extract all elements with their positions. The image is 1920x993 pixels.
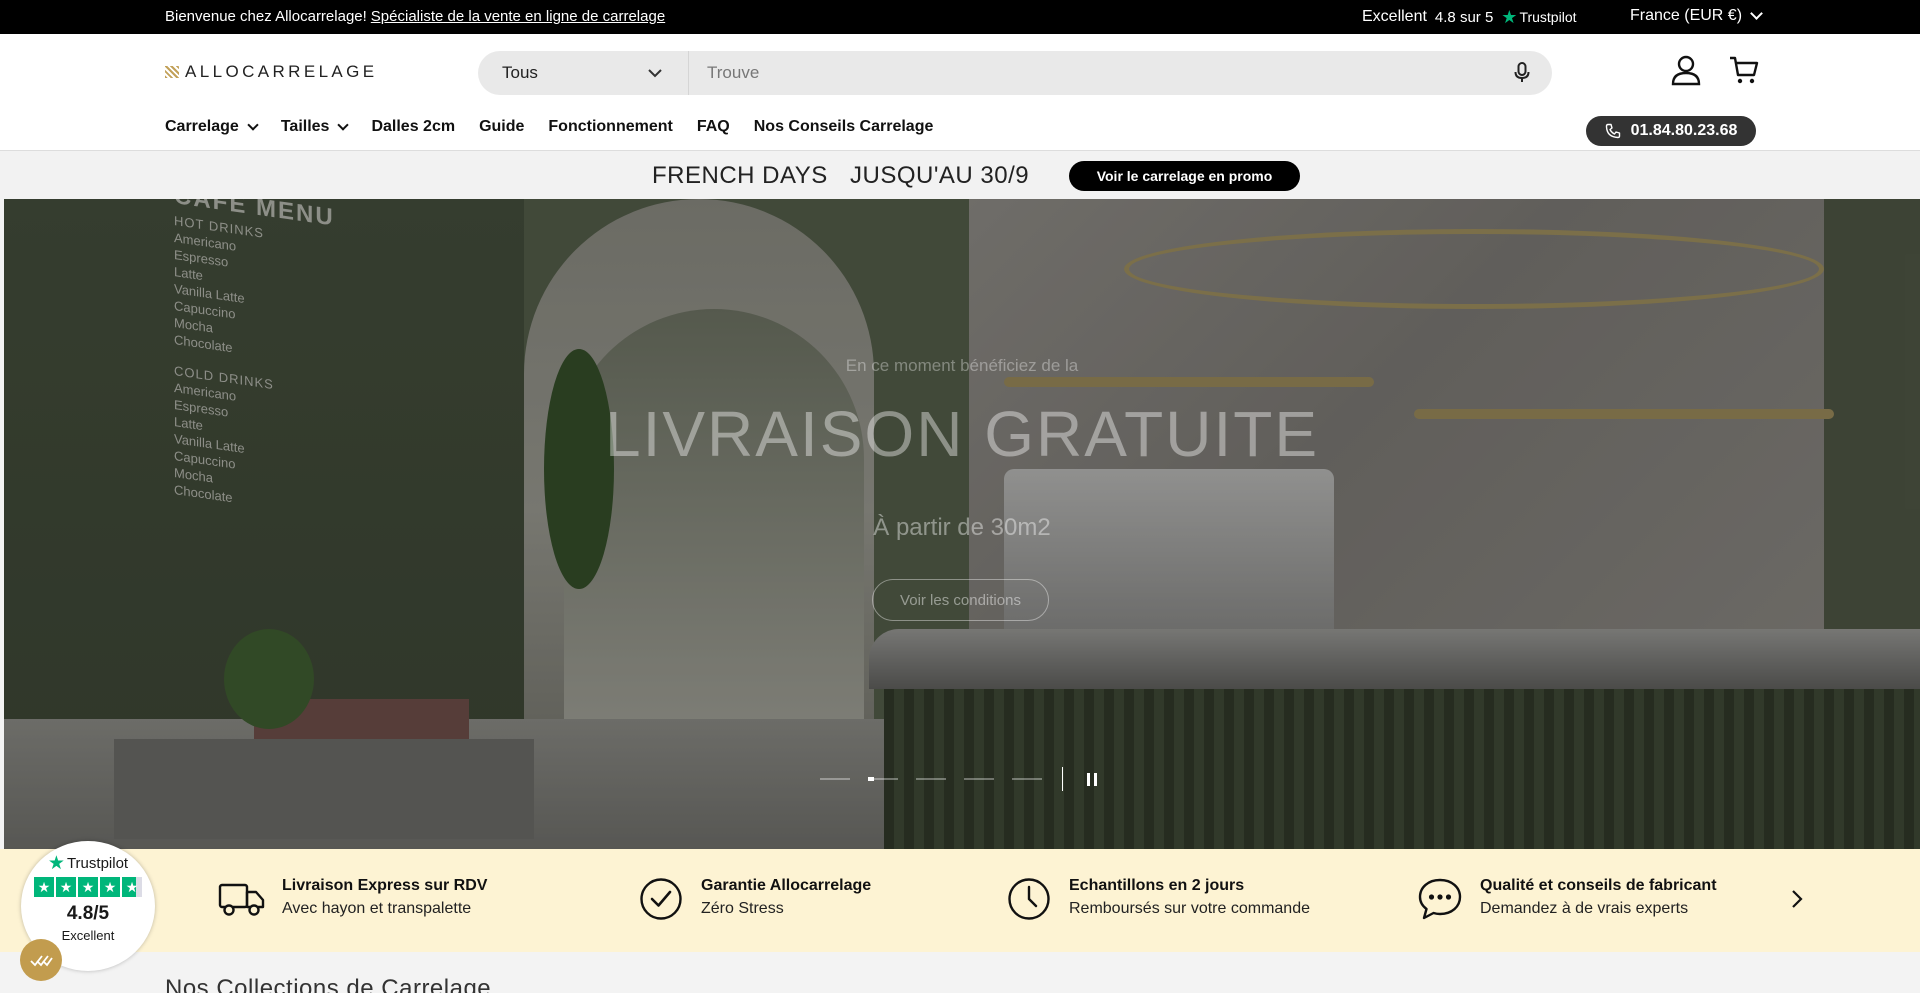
trustpilot-summary[interactable]: Excellent 4.8 sur 5 ★ Trustpilot <box>1362 8 1577 26</box>
search-category-value: Tous <box>502 63 538 82</box>
feature-item: Livraison Express sur RDV Avec hayon et … <box>218 877 487 923</box>
nav-label: Fonctionnement <box>548 118 673 135</box>
features-next-button[interactable] <box>1790 889 1804 914</box>
pagination-divider <box>1062 767 1063 791</box>
chevron-down-icon <box>337 118 350 131</box>
slide-dot-1[interactable] <box>820 778 850 780</box>
trust-label: Excellent <box>1362 8 1427 25</box>
nav-item-dalles[interactable]: Dalles 2cm <box>371 118 455 136</box>
chevron-down-icon <box>648 69 662 78</box>
voice-search-button[interactable] <box>1492 62 1552 84</box>
trust-score: 4.8 sur 5 <box>1434 8 1494 26</box>
site-logo[interactable]: ALLOCARRELAGE <box>165 62 378 82</box>
chevron-down-icon <box>247 118 259 131</box>
hero-slideshow: CAFE MENU HOT DRINKS Americano Espresso … <box>4 199 1920 849</box>
nav-item-guide[interactable]: Guide <box>479 118 524 136</box>
hero-cta-button[interactable]: Voir les conditions <box>872 579 1049 621</box>
trust-rating: 4.8/5 <box>66 903 110 924</box>
star-icon: ★ <box>100 877 120 897</box>
feature-item: Echantillons en 2 jours Remboursés sur v… <box>1005 877 1310 923</box>
account-icon[interactable] <box>1670 54 1702 86</box>
welcome-message: Bienvenue chez Allocarrelage! Spécialiste… <box>165 8 665 25</box>
feature-title: Livraison Express sur RDV <box>282 877 488 894</box>
nav-item-fonctionnement[interactable]: Fonctionnement <box>548 118 672 136</box>
main-nav: Carrelage Tailles Dalles 2cm Guide Fonct… <box>165 118 933 136</box>
slide-dot-4[interactable] <box>964 778 994 780</box>
slide-dot-2[interactable] <box>868 777 898 781</box>
feature-title: Echantillons en 2 jours <box>1069 877 1245 894</box>
search-category-select[interactable]: Tous <box>478 51 689 95</box>
logo-text: ALLOCARRELAGE <box>185 62 378 81</box>
chevron-down-icon <box>1750 7 1763 20</box>
check-circle-icon <box>640 878 682 920</box>
trustpilot-star-icon: ★ <box>47 853 65 874</box>
trustpilot-star-icon: ★ <box>1501 7 1518 27</box>
chevron-right-icon <box>1792 890 1803 908</box>
nav-label: Nos Conseils Carrelage <box>753 118 934 135</box>
trust-brand: Trustpilot <box>1519 9 1577 25</box>
chat-bubble-icon <box>1418 878 1462 920</box>
star-rating: ★ ★ ★ ★ ★ <box>21 877 155 897</box>
currency-selector[interactable]: France (EUR €) <box>1630 7 1763 25</box>
star-icon: ★ <box>56 877 76 897</box>
feature-title: Qualité et conseils de fabricant <box>1480 877 1717 894</box>
nav-label: Carrelage <box>165 118 239 135</box>
header-actions <box>1670 54 1760 86</box>
pause-icon[interactable] <box>1087 772 1097 786</box>
feature-item: Garantie Allocarrelage Zéro Stress <box>637 877 871 923</box>
verified-badge-button[interactable] <box>20 939 62 981</box>
feature-title: Garantie Allocarrelage <box>701 877 872 894</box>
phone-button[interactable]: 01.84.80.23.68 <box>1586 116 1756 146</box>
logo-mark-icon <box>165 66 179 78</box>
hero-kicker: En ce moment bénéficiez de la <box>845 356 1079 375</box>
trustpilot-logo: ★ Trustpilot <box>21 853 155 874</box>
truck-icon <box>218 883 265 916</box>
features-band: Livraison Express sur RDV Avec hayon et … <box>0 849 1920 952</box>
promo-button[interactable]: Voir le carrelage en promo <box>1069 161 1300 191</box>
nav-label: Dalles 2cm <box>371 118 456 135</box>
nav-label: Guide <box>479 118 525 135</box>
cart-icon[interactable] <box>1728 54 1760 86</box>
star-icon: ★ <box>34 877 54 897</box>
hero-subtitle: À partir de 30m2 <box>873 514 1051 541</box>
star-icon: ★ <box>78 877 98 897</box>
double-check-icon <box>30 955 53 967</box>
collections-heading: Nos Collections de Carrelage <box>165 975 492 993</box>
nav-label: FAQ <box>696 118 730 135</box>
welcome-text: Bienvenue chez Allocarrelage! <box>165 8 367 25</box>
hero-headline: LIVRAISON GRATUITE <box>604 398 1320 470</box>
slide-dot-3[interactable] <box>916 778 946 780</box>
clock-icon <box>1008 878 1050 920</box>
promo-banner: FRENCH DAYS JUSQU'AU 30/9 Voir le carrel… <box>0 151 1920 199</box>
phone-number: 01.84.80.23.68 <box>1630 122 1738 139</box>
phone-icon <box>1605 123 1620 139</box>
slide-pagination <box>820 767 1097 791</box>
microphone-icon <box>1514 62 1530 82</box>
nav-label: Tailles <box>280 118 330 135</box>
star-icon: ★ <box>122 877 142 897</box>
search-input[interactable] <box>689 51 1492 95</box>
feature-desc: Demandez à de vrais experts <box>1480 900 1689 917</box>
search-bar: Tous <box>478 51 1552 95</box>
promo-event: FRENCH DAYS <box>652 162 828 189</box>
nav-item-tailles[interactable]: Tailles <box>280 118 350 136</box>
nav-item-carrelage[interactable]: Carrelage <box>165 118 259 136</box>
currency-label: France (EUR €) <box>1630 7 1743 24</box>
trustpilot-brand: Trustpilot <box>66 855 129 872</box>
nav-item-faq[interactable]: FAQ <box>697 118 730 136</box>
promo-until: JUSQU'AU 30/9 <box>850 162 1030 189</box>
feature-desc: Remboursés sur votre commande <box>1069 900 1310 917</box>
feature-desc: Zéro Stress <box>701 900 784 917</box>
feature-item: Qualité et conseils de fabricant Demande… <box>1416 877 1717 923</box>
feature-desc: Avec hayon et transpalette <box>282 900 472 917</box>
nav-item-conseils[interactable]: Nos Conseils Carrelage <box>754 118 934 136</box>
welcome-link[interactable]: Spécialiste de la vente en ligne de carr… <box>371 8 665 25</box>
announcement-bar: Bienvenue chez Allocarrelage! Spécialiste… <box>0 0 1920 34</box>
site-header: ALLOCARRELAGE Tous Carrelage Tailles Dal… <box>0 34 1920 151</box>
slide-dot-5[interactable] <box>1012 778 1042 780</box>
